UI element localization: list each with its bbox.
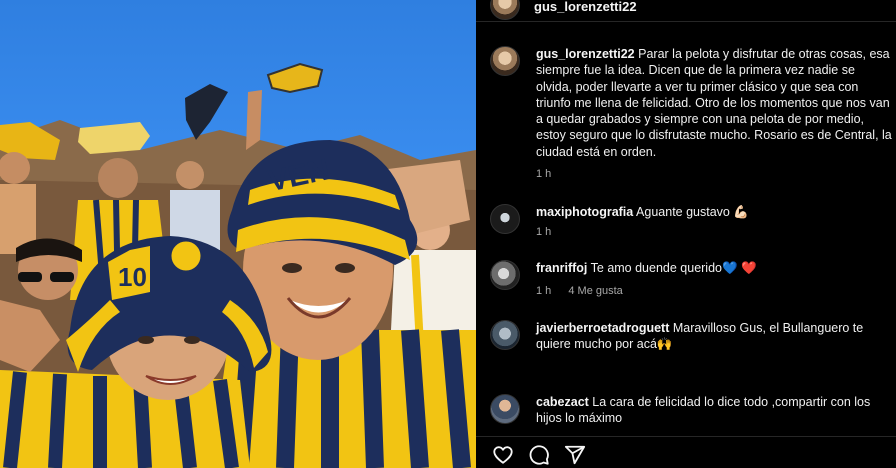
comment-username[interactable]: maxiphotografia [536,205,633,219]
hat-number: 10 [118,262,147,292]
comment-button[interactable] [528,444,550,466]
stadium-selfie-image: VEN 10 [0,62,476,468]
comment-text: Aguante gustavo 💪🏻 [636,205,749,219]
comment-text: Te amo duende querido💙 ❤️ [590,261,757,275]
comment-time[interactable]: 1 h [536,285,551,297]
commenter-avatar[interactable] [490,394,520,424]
caption-meta: 1 h [536,168,565,180]
share-icon [564,445,586,465]
comment-username[interactable]: franriffoj [536,261,587,275]
like-button[interactable] [492,444,514,466]
caption-username[interactable]: gus_lorenzetti22 [536,47,635,61]
comment-username[interactable]: javierberroetadroguett [536,321,669,335]
post-side-panel: gus_lorenzetti22 gus_lorenzetti22 Parar … [476,0,896,468]
author-username[interactable]: gus_lorenzetti22 [534,0,637,14]
commenter-avatar[interactable] [490,260,520,290]
comment-username[interactable]: cabezact [536,395,589,409]
commenter-avatar[interactable] [490,320,520,350]
comment-icon [529,445,549,465]
heart-icon [493,446,513,464]
caption-time[interactable]: 1 h [536,168,551,180]
comment-meta: 1 h 4 Me gusta [536,285,637,297]
share-button[interactable] [564,444,586,466]
caption-avatar[interactable] [490,46,520,76]
post-header: gus_lorenzetti22 [476,0,896,22]
comment-time[interactable]: 1 h [536,226,551,238]
comment-meta: 1 h [536,226,565,238]
actions-divider [476,436,896,437]
post-photo[interactable]: VEN 10 [0,0,476,468]
comment-likes[interactable]: 4 Me gusta [568,285,622,297]
commenter-avatar[interactable] [490,204,520,234]
author-avatar[interactable] [490,0,520,20]
caption-text: Parar la pelota y disfrutar de otras cos… [536,47,892,159]
